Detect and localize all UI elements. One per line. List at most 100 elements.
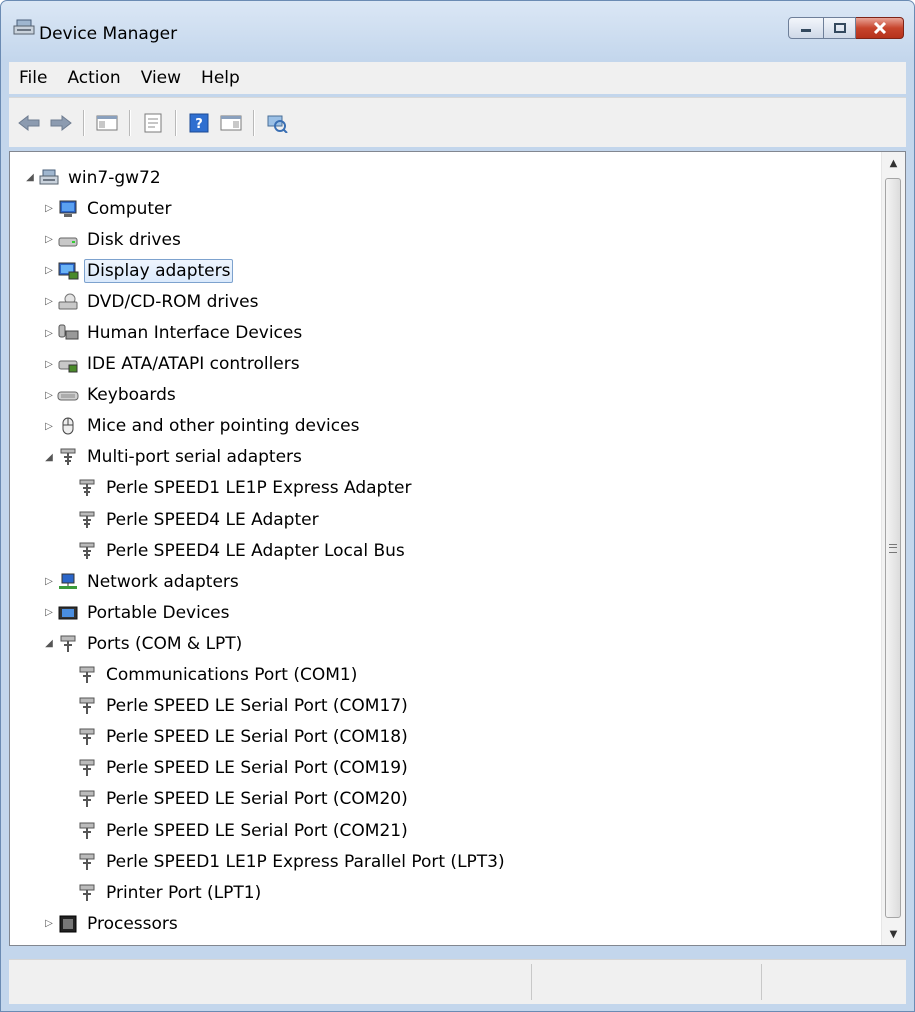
- tree-device-item[interactable]: Printer Port (LPT1): [10, 877, 882, 908]
- keyboard-icon: [57, 385, 79, 405]
- tree-device-item[interactable]: Perle SPEED LE Serial Port (COM20): [10, 784, 882, 815]
- forward-button[interactable]: [48, 110, 74, 136]
- tree-item-label: Perle SPEED LE Serial Port (COM17): [106, 696, 408, 717]
- help-icon: ?: [189, 113, 209, 132]
- scrollbar-thumb[interactable]: [885, 178, 901, 918]
- maximize-button[interactable]: [824, 17, 856, 39]
- tree-item-label: Perle SPEED1 LE1P Express Adapter: [106, 478, 412, 499]
- back-button[interactable]: [16, 110, 42, 136]
- tree-device-item[interactable]: Perle SPEED1 LE1P Express Parallel Port …: [10, 846, 882, 877]
- collapse-arrow-icon[interactable]: ◢: [43, 638, 55, 650]
- tree-item-label: Perle SPEED LE Serial Port (COM18): [106, 727, 408, 748]
- scan-hardware-changes-button[interactable]: [264, 110, 290, 136]
- tree-item-label: Processors: [87, 913, 178, 934]
- expand-arrow-icon[interactable]: ▷: [43, 389, 55, 401]
- serial-adapter-icon: [76, 478, 98, 498]
- menu-help[interactable]: Help: [191, 63, 250, 93]
- tree-category-item[interactable]: ▷ IDE ATA/ATAPI controllers: [10, 349, 882, 380]
- expand-arrow-icon[interactable]: ▷: [43, 607, 55, 619]
- tree-category-item[interactable]: ▷ Computer: [10, 193, 882, 224]
- expand-arrow-icon[interactable]: ▷: [43, 358, 55, 370]
- close-icon: [873, 22, 886, 34]
- scroll-down-arrow-icon[interactable]: ▼: [882, 923, 905, 945]
- tree-device-item[interactable]: Perle SPEED1 LE1P Express Adapter: [10, 473, 882, 504]
- tree-device-item[interactable]: Perle SPEED LE Serial Port (COM18): [10, 722, 882, 753]
- collapse-arrow-icon[interactable]: ◢: [43, 451, 55, 463]
- toolbar-separator: [175, 109, 177, 136]
- expand-arrow-icon[interactable]: ▷: [43, 576, 55, 588]
- dvd-drive-icon: [57, 292, 79, 312]
- menu-bar: File Action View Help: [9, 62, 906, 94]
- expand-arrow-icon[interactable]: ▷: [43, 420, 55, 432]
- tree-category-item[interactable]: ▷ Network adapters: [10, 566, 882, 597]
- tree-device-item[interactable]: Perle SPEED LE Serial Port (COM21): [10, 815, 882, 846]
- tree-item-label: Portable Devices: [87, 602, 230, 623]
- tree-category-item[interactable]: ▷ Processors: [10, 908, 882, 939]
- tree-category-item[interactable]: ▷ Human Interface Devices: [10, 317, 882, 348]
- expand-arrow-icon[interactable]: ▷: [43, 265, 55, 277]
- scroll-up-arrow-icon[interactable]: ▲: [882, 152, 905, 174]
- processor-icon: [57, 914, 79, 934]
- port-icon: [76, 696, 98, 716]
- expand-arrow-icon[interactable]: ▷: [43, 296, 55, 308]
- computer-icon: [57, 199, 79, 219]
- tree-item-label: Perle SPEED4 LE Adapter: [106, 509, 319, 530]
- tree-category-item[interactable]: ▷ Keyboards: [10, 380, 882, 411]
- tree-category-item[interactable]: ▷ Disk drives: [10, 224, 882, 255]
- back-arrow-icon: [18, 114, 40, 131]
- tree-category-item[interactable]: ◢ Ports (COM & LPT): [10, 628, 882, 659]
- expand-arrow-icon[interactable]: ▷: [43, 203, 55, 215]
- tree-category-item[interactable]: ▷ Display adapters: [10, 255, 882, 286]
- tree-device-item[interactable]: Perle SPEED LE Serial Port (COM19): [10, 753, 882, 784]
- help-button[interactable]: ?: [186, 110, 212, 136]
- maximize-icon: [833, 23, 846, 33]
- device-manager-window: Device Manager File Action View Help ? ◢…: [0, 0, 915, 1012]
- tree-device-item[interactable]: Perle SPEED4 LE Adapter Local Bus: [10, 535, 882, 566]
- serial-adapter-icon: [76, 541, 98, 561]
- tree-category-item[interactable]: ◢ Multi-port serial adapters: [10, 442, 882, 473]
- close-button[interactable]: [856, 17, 904, 39]
- menu-action[interactable]: Action: [57, 63, 130, 93]
- tree-item-label: Perle SPEED LE Serial Port (COM20): [106, 789, 408, 810]
- tree-device-item[interactable]: Perle SPEED LE Serial Port (COM17): [10, 691, 882, 722]
- tree-category-item[interactable]: ▷ Mice and other pointing devices: [10, 411, 882, 442]
- tree-device-item[interactable]: Communications Port (COM1): [10, 660, 882, 691]
- show-hide-tree-icon: [96, 115, 118, 130]
- vertical-scrollbar[interactable]: ▲ ▼: [881, 152, 905, 945]
- expand-arrow-icon[interactable]: ▷: [43, 327, 55, 339]
- show-hide-console-tree-button[interactable]: [94, 110, 120, 136]
- minimize-button[interactable]: [788, 17, 824, 39]
- tree-category-item[interactable]: ▷Sound, video and game controllers: [10, 939, 882, 946]
- toolbar-separator: [253, 109, 255, 136]
- title-bar[interactable]: Device Manager: [1, 1, 914, 49]
- tree-item-label: IDE ATA/ATAPI controllers: [87, 354, 300, 375]
- collapse-arrow-icon[interactable]: ◢: [24, 172, 36, 184]
- status-section: [761, 964, 762, 1000]
- tree-item-label: Perle SPEED LE Serial Port (COM19): [106, 758, 408, 779]
- ide-controller-icon: [57, 354, 79, 374]
- port-icon: [76, 852, 98, 872]
- tree-item-label: Printer Port (LPT1): [106, 882, 262, 903]
- tree-item-label: win7-gw72: [68, 167, 161, 188]
- show-hide-action-pane-button[interactable]: [218, 110, 244, 136]
- expand-arrow-icon[interactable]: ▷: [43, 234, 55, 246]
- tree-category-item[interactable]: ▷ DVD/CD-ROM drives: [10, 286, 882, 317]
- tree-root-item[interactable]: ◢ win7-gw72: [10, 162, 882, 193]
- network-adapter-icon: [57, 572, 79, 592]
- expand-arrow-icon[interactable]: ▷: [43, 918, 55, 930]
- grip-icon: [889, 543, 897, 553]
- port-icon: [76, 821, 98, 841]
- menu-view[interactable]: View: [131, 63, 191, 93]
- toolbar-separator: [129, 109, 131, 136]
- tree-device-item[interactable]: Perle SPEED4 LE Adapter: [10, 504, 882, 535]
- menu-file[interactable]: File: [9, 63, 57, 93]
- properties-button[interactable]: [140, 110, 166, 136]
- tree-category-item[interactable]: ▷ Portable Devices: [10, 597, 882, 628]
- tree-item-label: Perle SPEED4 LE Adapter Local Bus: [106, 540, 405, 561]
- svg-text:?: ?: [195, 117, 203, 132]
